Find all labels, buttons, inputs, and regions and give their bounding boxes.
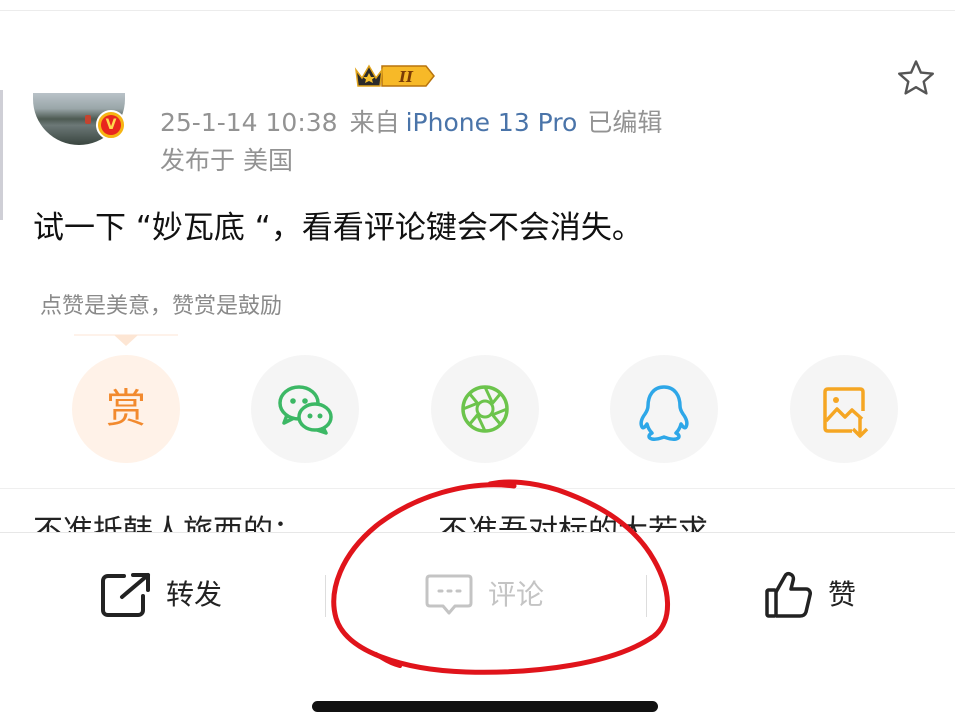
left-edge-line xyxy=(0,90,3,220)
reward-hint: 点赞是美意，赞赏是鼓励 xyxy=(40,294,283,319)
level-badge-text: II xyxy=(398,68,414,86)
wechat-icon xyxy=(278,385,333,435)
bar-separator xyxy=(646,575,647,617)
repost-icon xyxy=(101,573,150,617)
edited-label[interactable]: 已编辑 xyxy=(587,108,662,137)
like-button[interactable]: 赞 xyxy=(764,566,856,624)
bottom-action-bar xyxy=(0,532,955,716)
next-item-preview[interactable]: 不准抵韩人旅西的： 不准吾对标的大若求 xyxy=(33,512,913,532)
reward-icon: 赏 xyxy=(106,386,146,432)
section-divider xyxy=(0,488,955,489)
source-device-link[interactable]: iPhone 13 Pro xyxy=(406,108,578,137)
repost-button[interactable]: 转发 xyxy=(100,566,222,624)
save-image-icon xyxy=(823,387,869,438)
comment-button[interactable]: 评论 xyxy=(424,566,544,624)
comment-label: 评论 xyxy=(488,578,545,611)
like-label: 赞 xyxy=(828,578,857,611)
thumbs-up-icon xyxy=(765,571,812,618)
hint-pointer xyxy=(74,334,178,346)
favorite-star-icon[interactable] xyxy=(896,58,936,98)
share-moments-button[interactable] xyxy=(431,355,539,463)
bar-separator xyxy=(325,575,326,617)
post-timestamp: 25-1-14 10:38 xyxy=(160,108,338,137)
post-content: 试一下 “妙瓦底 “，看看评论键会不会消失。 xyxy=(33,210,643,246)
comment-icon xyxy=(425,574,473,615)
home-indicator[interactable] xyxy=(312,701,658,712)
save-image-button[interactable] xyxy=(790,355,898,463)
crown-level-icon: II xyxy=(354,64,435,87)
wechat-moments-icon xyxy=(461,385,509,433)
source-prefix: 来自 xyxy=(349,108,400,137)
reward-button[interactable]: 赏 xyxy=(72,355,180,463)
weibo-post-detail-page: V II 25-1-14 10:38 来自 iPhone 13 Pro 已编辑 发布于… xyxy=(0,0,955,716)
verified-badge-icon: V xyxy=(96,110,126,140)
post-meta: 25-1-14 10:38 来自 iPhone 13 Pro 已编辑 xyxy=(160,106,662,140)
member-level-badge[interactable]: II xyxy=(352,60,436,92)
avatar-figure xyxy=(85,115,91,124)
top-divider xyxy=(0,10,955,11)
verified-badge-mark: V xyxy=(101,115,121,135)
post-location: 发布于 美国 xyxy=(160,146,293,175)
qq-icon xyxy=(639,385,689,441)
repost-label: 转发 xyxy=(166,578,223,611)
share-wechat-button[interactable] xyxy=(251,355,359,463)
share-qq-button[interactable] xyxy=(610,355,718,463)
